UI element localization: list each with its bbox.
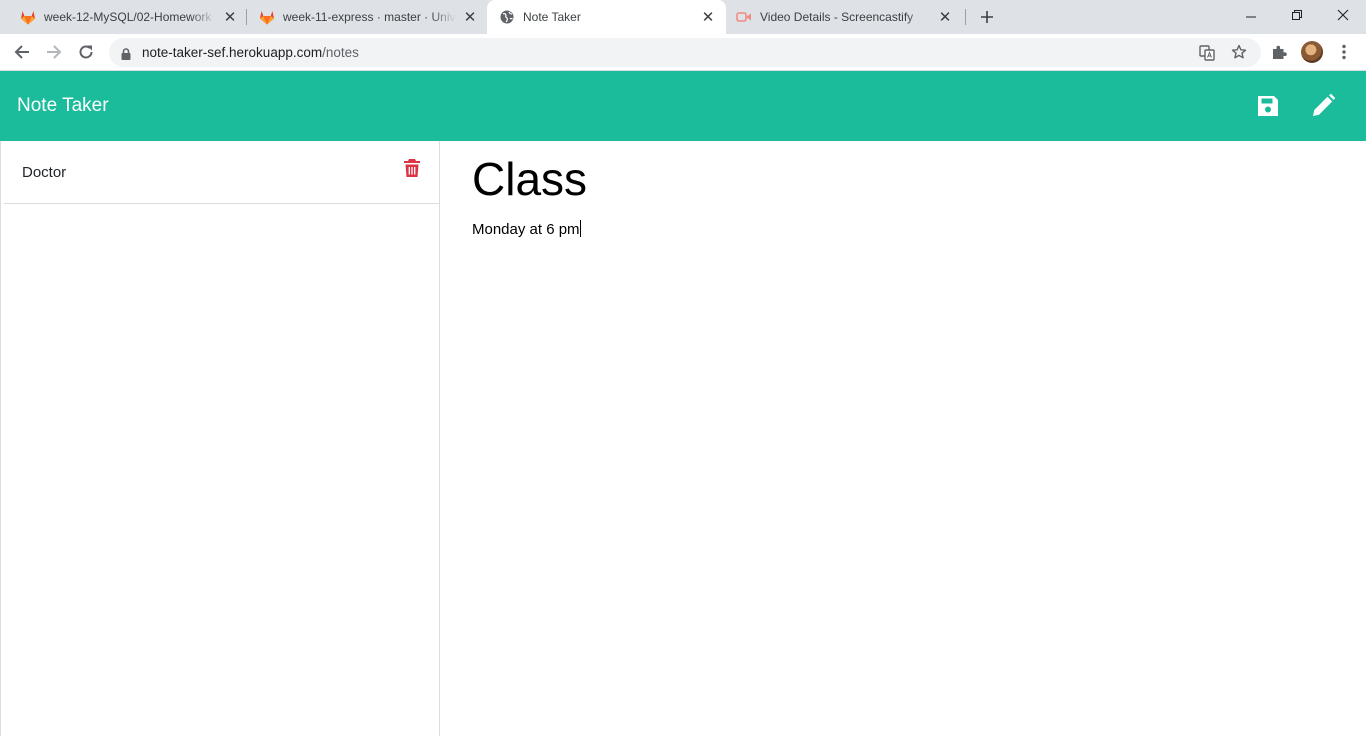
back-icon[interactable] [10, 40, 34, 64]
note-editor-panel: Class Monday at 6 pm [440, 141, 1366, 736]
browser-tab-4[interactable]: Video Details - Screencastify ✕ [726, 0, 965, 34]
browser-menu-icon[interactable] [1332, 40, 1356, 64]
url-path: /notes [322, 45, 359, 60]
note-list-title[interactable]: Doctor [22, 141, 66, 204]
close-tab-icon[interactable]: ✕ [462, 9, 478, 26]
browser-tab-1[interactable]: week-12-MySQL/02-Homework · master ✕ [0, 0, 246, 34]
restore-icon[interactable] [1274, 0, 1320, 30]
list-item[interactable]: Doctor [4, 141, 439, 204]
forward-icon[interactable] [42, 40, 66, 64]
new-tab-icon[interactable] [976, 6, 998, 28]
trash-icon[interactable] [403, 158, 421, 178]
save-note-icon[interactable] [1255, 93, 1281, 119]
tab-title: Video Details - Screencastify [760, 10, 914, 24]
profile-avatar[interactable] [1301, 41, 1323, 63]
globe-icon [499, 9, 515, 25]
translate-icon[interactable] [1199, 45, 1215, 66]
gitlab-icon [259, 9, 275, 25]
reload-icon[interactable] [74, 40, 98, 64]
lock-icon[interactable] [121, 47, 131, 65]
close-tab-icon[interactable]: ✕ [700, 9, 716, 26]
bookmark-star-icon[interactable] [1231, 44, 1247, 65]
url-host: note-taker-sef.herokuapp.com [142, 45, 323, 60]
gitlab-icon [20, 9, 36, 25]
app-brand[interactable]: Note Taker [17, 71, 109, 141]
notes-list-panel: Doctor [0, 141, 440, 736]
tab-title: Note Taker [523, 10, 581, 24]
new-note-pencil-icon[interactable] [1310, 93, 1336, 119]
browser-tab-3[interactable]: Note Taker ✕ [487, 0, 726, 34]
close-tab-icon[interactable]: ✕ [222, 9, 238, 26]
browser-tab-strip: week-12-MySQL/02-Homework · master ✕ wee… [0, 0, 1366, 34]
text-caret [579, 220, 581, 237]
tab-title: week-12-MySQL/02-Homework · master [44, 10, 216, 24]
browser-tab-2[interactable]: week-11-express · master · University ✕ [239, 0, 486, 34]
note-text-value: Monday at 6 pm [472, 221, 580, 238]
close-window-icon[interactable] [1320, 0, 1366, 30]
screencastify-icon [736, 9, 752, 25]
app-navbar: Note Taker [0, 71, 1366, 141]
note-text-area[interactable]: Monday at 6 pm [472, 219, 581, 241]
extensions-icon[interactable] [1267, 40, 1291, 64]
url-text: note-taker-sef.herokuapp.com/notes [142, 38, 359, 67]
minimize-icon[interactable] [1228, 0, 1274, 30]
close-tab-icon[interactable]: ✕ [937, 9, 953, 26]
note-title-input[interactable]: Class [472, 151, 587, 207]
address-bar[interactable]: note-taker-sef.herokuapp.com/notes [109, 38, 1261, 67]
tab-title: week-11-express · master · University [283, 10, 456, 24]
tab-divider [965, 9, 966, 25]
browser-toolbar: note-taker-sef.herokuapp.com/notes [0, 34, 1366, 71]
